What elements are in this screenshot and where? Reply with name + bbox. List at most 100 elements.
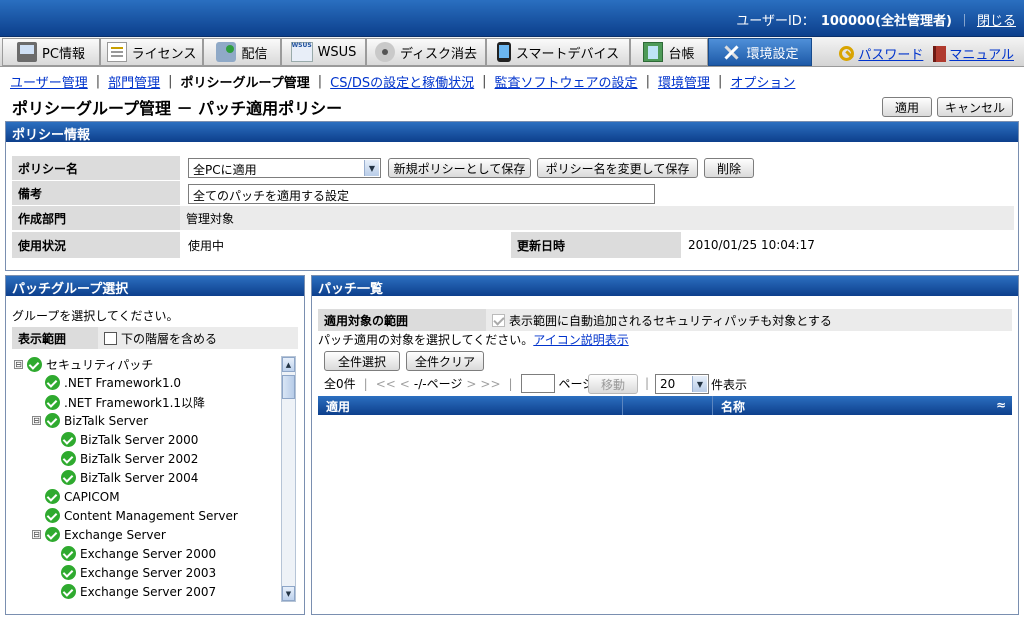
- tab-environment-settings[interactable]: 環境設定: [708, 38, 812, 66]
- tree-node[interactable]: ⊟ Exchange Server: [32, 527, 166, 542]
- cancel-button[interactable]: キャンセル: [937, 97, 1013, 117]
- policy-info-header: ポリシー情報: [6, 122, 1018, 143]
- check-circle-icon: [27, 357, 42, 372]
- tools-icon: [721, 42, 741, 62]
- column-name[interactable]: 名称 ≈: [713, 396, 1012, 415]
- password-link-label: パスワード: [858, 48, 924, 63]
- check-circle-icon: [45, 508, 60, 523]
- subnav-options[interactable]: オプション: [730, 72, 795, 91]
- tree-node[interactable]: .NET Framework1.0: [45, 375, 181, 390]
- tree-node-label: Exchange Server 2003: [80, 565, 217, 580]
- manual-link[interactable]: マニュアル: [933, 44, 1014, 63]
- page-number-input[interactable]: [520, 374, 555, 393]
- tree-node[interactable]: Exchange Server 2000: [61, 546, 216, 561]
- total-count: 全0件: [324, 377, 356, 391]
- tab-label: PC情報: [42, 46, 85, 62]
- scope-row: 表示範囲に自動追加されるセキュリティパッチも対象とする: [486, 309, 1012, 331]
- tree-scrollbar[interactable]: ▲ ▼: [281, 356, 296, 602]
- patch-list-header: パッチ一覧: [312, 276, 1018, 297]
- tab-distribution[interactable]: 配信: [203, 38, 281, 66]
- check-circle-icon: [61, 584, 76, 599]
- tree-node[interactable]: ⊟ BizTalk Server: [32, 413, 148, 428]
- manual-link-label: マニュアル: [949, 48, 1014, 63]
- include-lower-checkbox[interactable]: [104, 331, 117, 345]
- ledger-icon: [643, 42, 664, 62]
- collapse-icon[interactable]: ⊟: [14, 360, 23, 369]
- scroll-down-icon[interactable]: ▼: [282, 586, 295, 601]
- password-link[interactable]: パスワード: [839, 44, 923, 63]
- tree-node[interactable]: Exchange Server 2007: [61, 584, 216, 599]
- first-page-icon: <<: [375, 376, 396, 391]
- per-page-select[interactable]: 20 ▼: [655, 374, 709, 394]
- tree-node[interactable]: BizTalk Server 2002: [61, 451, 198, 466]
- collapse-icon[interactable]: ⊟: [32, 416, 41, 425]
- icon-help-link[interactable]: アイコン説明表示: [533, 331, 628, 348]
- tab-label: スマートデバイス: [515, 46, 620, 62]
- subnav-audit-software[interactable]: 監査ソフトウェアの設定: [495, 72, 638, 91]
- tree-node[interactable]: Exchange Server 2003: [61, 565, 216, 580]
- per-page-suffix: 件表示: [711, 378, 748, 392]
- user-id-label: ユーザーID：: [736, 14, 815, 29]
- tab-smart-device[interactable]: スマートデバイス: [486, 38, 630, 66]
- policy-name-select[interactable]: 全PCに適用 ▼: [188, 158, 381, 178]
- tree-node[interactable]: BizTalk Server 2004: [61, 470, 198, 485]
- scroll-thumb[interactable]: [282, 375, 295, 399]
- tree-node[interactable]: BizTalk Server 2000: [61, 432, 198, 447]
- collapse-icon[interactable]: ⊟: [32, 530, 41, 539]
- clear-all-button[interactable]: 全件クリア: [406, 351, 484, 371]
- tree-node-label: Exchange Server: [64, 527, 166, 542]
- subnav-cs-ds-settings[interactable]: CS/DSの設定と稼働状況: [330, 72, 474, 91]
- check-circle-icon: [45, 489, 60, 504]
- tree-node-label: Exchange Server 2007: [80, 584, 217, 599]
- subnav-user-management[interactable]: ユーザー管理: [10, 72, 88, 91]
- tree-node[interactable]: .NET Framework1.1以降: [45, 394, 205, 411]
- patch-group-instruction: グループを選択してください。: [12, 309, 179, 323]
- select-all-button[interactable]: 全件選択: [324, 351, 400, 371]
- updated-value: 2010/01/25 10:04:17: [688, 238, 815, 252]
- tree-node-label: Exchange Server 2000: [80, 546, 217, 561]
- pc-icon: [17, 42, 38, 62]
- move-button: 移動: [588, 374, 638, 394]
- tree-node-label: Content Management Server: [64, 508, 238, 523]
- page-title: ポリシーグループ管理 － パッチ適用ポリシー: [12, 99, 343, 118]
- include-lower-label: 下の階層を含める: [121, 331, 218, 346]
- patch-group-header: パッチグループ選択: [6, 276, 304, 297]
- user-info: ユーザーID： 100000(全社管理者) ｜ 閉じる: [736, 10, 1016, 29]
- column-apply[interactable]: 適用: [318, 396, 623, 415]
- tab-wsus[interactable]: WSUS: [281, 38, 366, 66]
- display-range-label: 表示範囲: [12, 327, 98, 349]
- scope-checkbox-label: 表示範囲に自動追加されるセキュリティパッチも対象とする: [509, 313, 832, 328]
- close-link[interactable]: 閉じる: [977, 10, 1016, 29]
- subnav-department-management[interactable]: 部門管理: [108, 72, 160, 91]
- user-id-value: 100000(全社管理者): [820, 14, 952, 29]
- tree-node[interactable]: CAPICOM: [45, 489, 120, 504]
- delete-button[interactable]: 削除: [704, 158, 754, 178]
- tree-node-label: BizTalk Server 2000: [80, 432, 199, 447]
- usage-label: 使用状況: [12, 232, 180, 258]
- check-circle-icon: [45, 413, 60, 428]
- tab-label: WSUS: [317, 44, 357, 60]
- tab-disk-erase[interactable]: ディスク消去: [366, 38, 486, 66]
- top-header-bar: ユーザーID： 100000(全社管理者) ｜ 閉じる: [0, 0, 1024, 37]
- scroll-up-icon[interactable]: ▲: [282, 357, 295, 372]
- tab-ledger[interactable]: 台帳: [630, 38, 708, 66]
- sort-icon[interactable]: ≈: [996, 398, 1006, 412]
- subnav-environment-management[interactable]: 環境管理: [658, 72, 710, 91]
- note-input[interactable]: 全てのパッチを適用する設定: [188, 184, 655, 204]
- save-as-new-policy-button[interactable]: 新規ポリシーとして保存: [388, 158, 531, 178]
- smart-device-icon: [496, 42, 511, 62]
- scope-checkbox: [492, 313, 505, 327]
- tree-node[interactable]: ⊟ セキュリティパッチ: [14, 356, 153, 373]
- tab-pc-info[interactable]: PC情報: [2, 38, 100, 66]
- tab-license[interactable]: ライセンス: [100, 38, 203, 66]
- check-circle-icon: [45, 527, 60, 542]
- tree-node[interactable]: Content Management Server: [45, 508, 238, 523]
- column-icon[interactable]: [623, 396, 713, 415]
- tab-label: 配信: [241, 46, 268, 62]
- policy-name-value: 全PCに適用: [193, 163, 257, 177]
- apply-button[interactable]: 適用: [882, 97, 932, 117]
- per-page-value: 20: [660, 377, 676, 391]
- tree-node-label: BizTalk Server 2002: [80, 451, 199, 466]
- rename-and-save-button[interactable]: ポリシー名を変更して保存: [537, 158, 698, 178]
- chevron-down-icon: ▼: [692, 376, 707, 392]
